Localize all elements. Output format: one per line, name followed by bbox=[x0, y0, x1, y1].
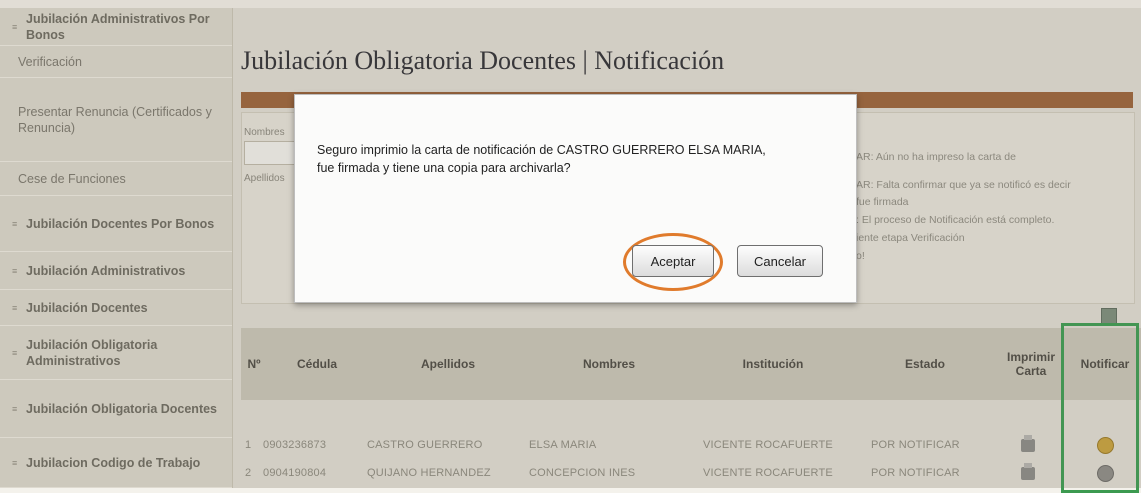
dialog-message: Seguro imprimio la carta de notificación… bbox=[317, 141, 837, 177]
app-window: ≡ Jubilación Administrativos Por Bonos V… bbox=[0, 0, 1141, 493]
cancelar-button[interactable]: Cancelar bbox=[737, 245, 823, 277]
aceptar-button[interactable]: Aceptar bbox=[632, 245, 714, 277]
dialog-message-line-2: fue firmada y tiene una copia para archi… bbox=[317, 161, 571, 175]
dialog-message-line-1: Seguro imprimio la carta de notificación… bbox=[317, 143, 766, 157]
confirm-dialog: Seguro imprimio la carta de notificación… bbox=[294, 94, 857, 303]
